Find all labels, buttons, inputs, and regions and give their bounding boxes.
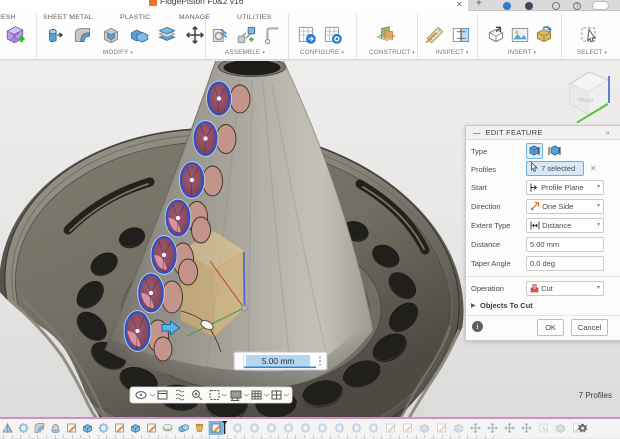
svg-text:7 Profiles: 7 Profiles (579, 391, 612, 400)
svg-text:5.00 mm: 5.00 mm (262, 356, 294, 366)
